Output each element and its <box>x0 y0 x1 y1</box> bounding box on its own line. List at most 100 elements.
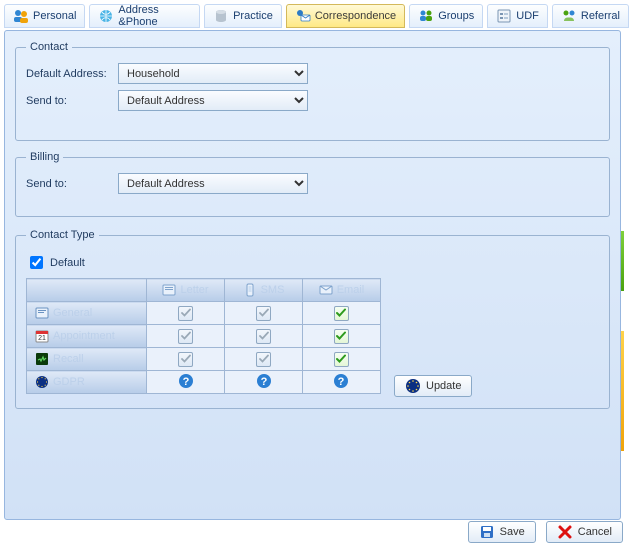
save-icon <box>479 524 495 540</box>
tab-correspondence[interactable]: Correspondence <box>286 4 405 28</box>
col-label: SMS <box>261 284 285 296</box>
tab-label: Groups <box>438 10 474 22</box>
table-cell <box>302 325 380 348</box>
contact-legend: Contact <box>26 41 72 53</box>
tab-label: Personal <box>33 10 76 22</box>
eu-flag-icon <box>405 378 421 394</box>
svg-text:?: ? <box>338 376 345 388</box>
footer-buttons: Save Cancel <box>468 521 623 543</box>
side-marker-orange <box>621 331 624 451</box>
checkbox-checked[interactable] <box>334 352 349 367</box>
side-marker-green <box>621 231 624 291</box>
row-icon <box>35 375 49 389</box>
table-cell <box>302 348 380 371</box>
tab-personal[interactable]: Personal <box>4 4 85 28</box>
referral-icon <box>561 8 577 24</box>
tab-label: Referral <box>581 10 620 22</box>
default-address-label: Default Address: <box>26 68 118 80</box>
col-sms[interactable]: SMS <box>225 279 303 302</box>
table-corner-cell <box>27 279 147 302</box>
update-button[interactable]: Update <box>394 375 472 397</box>
default-checkbox[interactable] <box>30 256 43 269</box>
svg-text:?: ? <box>182 376 189 388</box>
tab-bar: Personal Address &Phone Practice Corresp… <box>0 0 633 28</box>
cancel-button[interactable]: Cancel <box>546 521 623 543</box>
contact-type-group: Contact Type Default Letter <box>15 229 610 409</box>
table-cell <box>147 325 225 348</box>
save-button-label: Save <box>500 526 525 538</box>
tab-udf[interactable]: UDF <box>487 4 548 28</box>
cancel-icon <box>557 524 573 540</box>
checkbox-checked[interactable] <box>334 306 349 321</box>
table-row: 21 Appointment <box>27 325 381 348</box>
row-header[interactable]: 21 Appointment <box>27 325 147 348</box>
default-checkbox-label: Default <box>50 257 85 269</box>
tab-referral[interactable]: Referral <box>552 4 629 28</box>
table-cell: ? <box>225 371 303 394</box>
tab-address-phone[interactable]: Address &Phone <box>89 4 200 28</box>
database-icon <box>213 8 229 24</box>
tab-practice[interactable]: Practice <box>204 4 282 28</box>
groups-icon <box>418 8 434 24</box>
update-button-label: Update <box>426 380 461 392</box>
billing-group: Billing Send to: Default Address <box>15 151 610 217</box>
sms-icon <box>243 283 257 297</box>
col-label: Email <box>337 284 365 296</box>
table-cell <box>147 348 225 371</box>
globe-icon <box>98 8 114 24</box>
checkbox-disabled <box>256 306 271 321</box>
billing-legend: Billing <box>26 151 63 163</box>
contact-type-legend: Contact Type <box>26 229 99 241</box>
contact-sendto-combo[interactable]: Default Address <box>118 90 308 111</box>
col-letter[interactable]: Letter <box>147 279 225 302</box>
default-address-combo[interactable]: Household <box>118 63 308 84</box>
row-header[interactable]: General <box>27 302 147 325</box>
checkbox-disabled <box>178 306 193 321</box>
table-cell <box>225 348 303 371</box>
contact-group: Contact Default Address: Household Send … <box>15 41 610 141</box>
table-cell <box>225 325 303 348</box>
row-icon <box>35 352 49 366</box>
contact-type-table: Letter SMS Ema <box>26 278 381 394</box>
table-cell <box>225 302 303 325</box>
save-button[interactable]: Save <box>468 521 536 543</box>
billing-sendto-label: Send to: <box>26 178 118 190</box>
tab-label: UDF <box>516 10 539 22</box>
row-icon <box>35 306 49 320</box>
tab-label: Address &Phone <box>118 4 191 28</box>
table-row: General <box>27 302 381 325</box>
help-icon[interactable]: ? <box>256 373 272 392</box>
correspondence-icon <box>295 8 311 24</box>
row-label: Recall <box>53 353 84 365</box>
contact-sendto-label: Send to: <box>26 95 118 107</box>
correspondence-panel: Contact Default Address: Household Send … <box>4 30 621 520</box>
row-icon: 21 <box>35 329 49 343</box>
tab-label: Practice <box>233 10 273 22</box>
col-label: Letter <box>180 284 208 296</box>
row-label: General <box>53 307 92 319</box>
col-email[interactable]: Email <box>302 279 380 302</box>
users-icon <box>13 8 29 24</box>
checkbox-checked[interactable] <box>334 329 349 344</box>
checkbox-disabled <box>256 329 271 344</box>
row-header[interactable]: Recall <box>27 348 147 371</box>
table-cell: ? <box>302 371 380 394</box>
row-label: Appointment <box>53 330 115 342</box>
row-header[interactable]: GDPR <box>27 371 147 394</box>
svg-text:?: ? <box>260 376 267 388</box>
cancel-button-label: Cancel <box>578 526 612 538</box>
svg-text:21: 21 <box>38 335 46 342</box>
table-cell <box>302 302 380 325</box>
letter-icon <box>162 283 176 297</box>
billing-sendto-combo[interactable]: Default Address <box>118 173 308 194</box>
row-label: GDPR <box>53 376 85 388</box>
table-row: Recall <box>27 348 381 371</box>
table-cell <box>147 302 225 325</box>
table-row: GDPR??? <box>27 371 381 394</box>
tab-groups[interactable]: Groups <box>409 4 483 28</box>
email-icon <box>319 283 333 297</box>
checkbox-disabled <box>178 329 193 344</box>
table-cell: ? <box>147 371 225 394</box>
help-icon[interactable]: ? <box>178 373 194 392</box>
help-icon[interactable]: ? <box>333 373 349 392</box>
